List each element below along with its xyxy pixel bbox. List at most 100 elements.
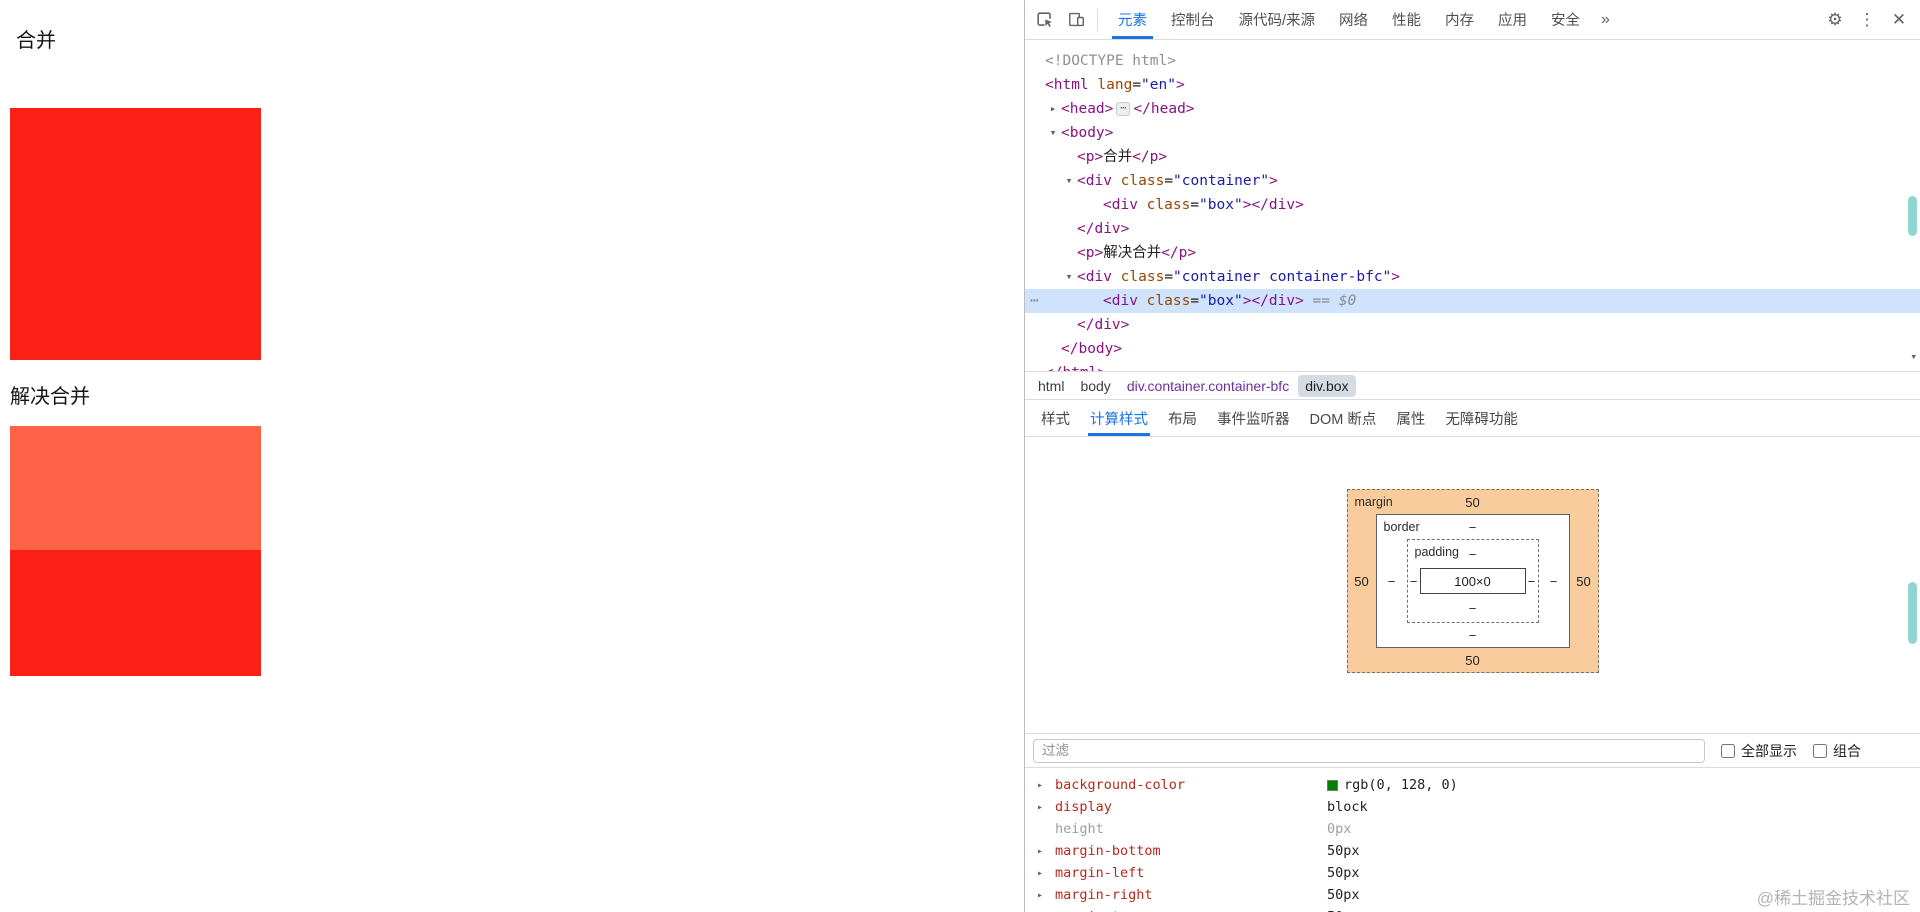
margin-left-value[interactable]: 50 — [1348, 574, 1376, 589]
border-bottom-value[interactable]: − — [1469, 628, 1477, 643]
inspect-element-icon[interactable] — [1029, 5, 1059, 35]
device-icon-svg — [1068, 12, 1084, 27]
dom-tree-line[interactable]: <head>⋯</head> — [1025, 97, 1920, 121]
breadcrumb-div-box[interactable]: div.box — [1298, 374, 1356, 397]
group-checkbox-group[interactable]: 组合 — [1813, 741, 1861, 761]
settings-gear-icon[interactable]: ⚙ — [1820, 5, 1850, 35]
scroll-down-icon[interactable]: ▾ — [1910, 350, 1917, 363]
code-token-plain: = — [1164, 269, 1174, 285]
dom-tree-line[interactable]: ⋯ <div class="box"></div> == $0 — [1025, 289, 1920, 313]
box-model-content[interactable]: 100×0 — [1419, 568, 1526, 594]
box-model-border[interactable]: border − − padding − − 100×0 − − − − — [1375, 514, 1570, 648]
dom-tree-line[interactable]: </html> — [1025, 361, 1920, 371]
padding-top-value[interactable]: − — [1469, 547, 1477, 562]
dom-tree-line[interactable]: <div class="container container-bfc"> — [1025, 265, 1920, 289]
tab-computed[interactable]: 计算样式 — [1080, 400, 1158, 436]
code-token-tag: </div> — [1077, 221, 1130, 237]
group-checkbox[interactable] — [1813, 743, 1827, 758]
tab-styles[interactable]: 样式 — [1031, 400, 1080, 436]
margin-bottom-value[interactable]: 50 — [1465, 653, 1479, 668]
margin-top-value[interactable]: 50 — [1465, 495, 1479, 510]
page-text-merge: 合并 — [16, 30, 56, 52]
tab-memory[interactable]: 内存 — [1433, 0, 1486, 39]
tab-security[interactable]: 安全 — [1539, 0, 1592, 39]
dom-tree-line[interactable]: </body> — [1025, 337, 1920, 361]
more-tabs-icon[interactable]: » — [1592, 0, 1619, 39]
breadcrumb: html body div.container.container-bfc di… — [1025, 371, 1920, 400]
border-right-value[interactable]: − — [1539, 574, 1569, 589]
expand-arrow-icon[interactable] — [1037, 802, 1043, 813]
computed-row-margin-left[interactable]: margin-left 50px — [1025, 862, 1905, 884]
tab-console[interactable]: 控制台 — [1159, 0, 1227, 39]
dom-tree-line[interactable]: <p>解决合并</p> — [1025, 241, 1920, 265]
computed-row-background-color[interactable]: background-color rgb(0, 128, 0) — [1025, 774, 1905, 796]
tab-layout[interactable]: 布局 — [1158, 400, 1207, 436]
computed-row-display[interactable]: display block — [1025, 796, 1905, 818]
code-token-tag: > — [1391, 269, 1401, 285]
tab-properties[interactable]: 属性 — [1386, 400, 1435, 436]
breadcrumb-body[interactable]: body — [1073, 375, 1117, 397]
more-actions-icon[interactable]: ⋯ — [1030, 289, 1039, 313]
border-left-value[interactable]: − — [1377, 574, 1407, 589]
code-token-val: "box" — [1199, 197, 1243, 213]
filter-input[interactable] — [1033, 738, 1705, 763]
dom-tree-line[interactable]: <body> — [1025, 121, 1920, 145]
device-toolbar-icon[interactable] — [1061, 5, 1091, 35]
padding-right-value[interactable]: − — [1526, 574, 1538, 589]
tab-performance[interactable]: 性能 — [1380, 0, 1433, 39]
computed-row-height[interactable]: height 0px — [1025, 818, 1905, 840]
computed-row-margin-bottom[interactable]: margin-bottom 50px — [1025, 840, 1905, 862]
show-all-checkbox-group[interactable]: 全部显示 — [1721, 741, 1797, 761]
expand-arrow-icon[interactable] — [1037, 890, 1043, 901]
breadcrumb-container-bfc[interactable]: div.container.container-bfc — [1120, 375, 1296, 397]
elements-scrollbar-thumb[interactable] — [1908, 196, 1917, 236]
tab-application[interactable]: 应用 — [1486, 0, 1539, 39]
tab-sources[interactable]: 源代码/来源 — [1227, 0, 1328, 39]
breadcrumb-html[interactable]: html — [1031, 375, 1071, 397]
tab-accessibility[interactable]: 无障碍功能 — [1435, 400, 1528, 436]
dom-tree-line[interactable]: <div class="container"> — [1025, 169, 1920, 193]
code-token-tag: <div — [1077, 173, 1112, 189]
code-token-dollar: $0 — [1338, 293, 1357, 309]
code-token-plain: = — [1132, 77, 1142, 93]
collapse-arrow-icon[interactable] — [1063, 265, 1075, 289]
tab-dom-breakpoints[interactable]: DOM 断点 — [1300, 400, 1387, 436]
collapse-arrow-icon[interactable] — [1063, 169, 1075, 193]
color-swatch[interactable] — [1327, 779, 1338, 791]
dom-tree-line[interactable]: <html lang="en"> — [1025, 73, 1920, 97]
margin-right-value[interactable]: 50 — [1570, 574, 1598, 589]
code-token-val: "container container-bfc" — [1173, 269, 1392, 285]
code-token-tag: <div — [1077, 269, 1112, 285]
dom-tree-line[interactable]: <!DOCTYPE html> — [1025, 49, 1920, 73]
tab-elements[interactable]: 元素 — [1106, 0, 1159, 39]
padding-left-value[interactable]: − — [1408, 574, 1420, 589]
expand-arrow-icon[interactable] — [1037, 868, 1043, 879]
box-model-padding[interactable]: padding − − 100×0 − − — [1406, 539, 1539, 623]
dom-tree-line[interactable]: </div> — [1025, 313, 1920, 337]
expand-arrow-icon[interactable] — [1047, 97, 1059, 121]
box-model-margin[interactable]: margin 50 50 border − − padding − − 100×… — [1346, 489, 1599, 673]
page-text-solve-merge: 解决合并 — [10, 386, 90, 408]
code-token-attr: class — [1111, 269, 1165, 285]
box-model-diagram: margin 50 50 border − − padding − − 100×… — [1025, 489, 1920, 673]
border-top-value[interactable]: − — [1469, 520, 1477, 535]
tab-event-listeners[interactable]: 事件监听器 — [1207, 400, 1300, 436]
show-all-checkbox[interactable] — [1721, 743, 1735, 758]
expand-arrow-icon[interactable] — [1037, 780, 1043, 791]
expand-arrow-icon[interactable] — [1037, 846, 1043, 857]
dom-tree-line[interactable]: </div> — [1025, 217, 1920, 241]
collapse-arrow-icon[interactable] — [1047, 121, 1059, 145]
code-token-text: 解决合并 — [1103, 245, 1162, 261]
padding-bottom-value[interactable]: − — [1469, 601, 1477, 616]
computed-scrollbar-thumb[interactable] — [1908, 582, 1917, 644]
group-label: 组合 — [1833, 742, 1861, 759]
code-token-attr: class — [1111, 173, 1165, 189]
code-token-val: "box" — [1199, 293, 1243, 309]
code-token-text: 合并 — [1103, 149, 1133, 165]
dom-tree-line[interactable]: <p>合并</p> — [1025, 145, 1920, 169]
close-icon[interactable]: ✕ — [1884, 5, 1914, 35]
code-token-tag: <html — [1045, 77, 1089, 93]
dom-tree-line[interactable]: <div class="box"></div> — [1025, 193, 1920, 217]
tab-network[interactable]: 网络 — [1327, 0, 1380, 39]
kebab-menu-icon[interactable]: ⋮ — [1852, 5, 1882, 35]
